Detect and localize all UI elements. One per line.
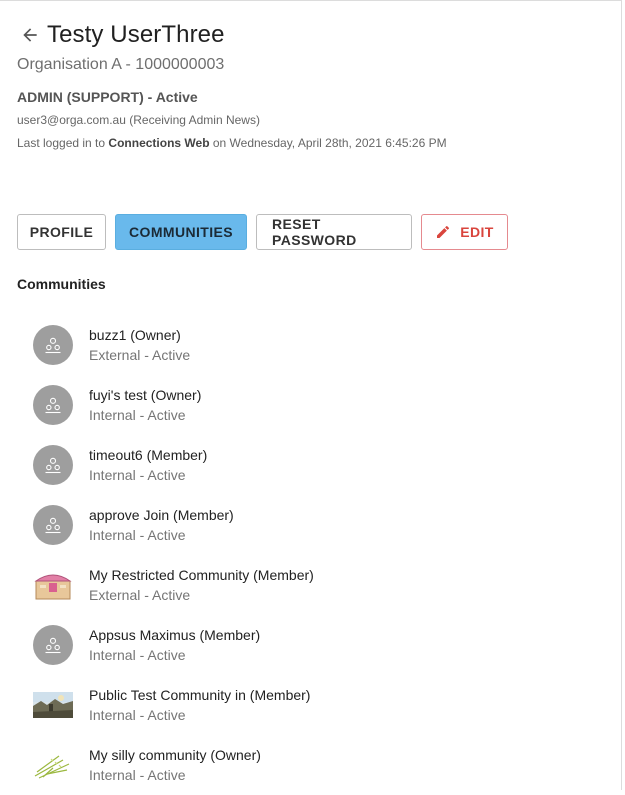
community-status: Internal - Active [89,707,186,723]
last-login-line: Last logged in to Connections Web on Wed… [17,136,611,150]
default-community-icon [33,445,73,485]
community-status: External - Active [89,587,191,603]
action-tabs: PROFILE COMMUNITIES RESET PASSWORD EDIT [17,214,508,250]
community-name: approve Join (Member) [89,507,234,523]
user-header: Testy UserThree Organisation A - 1000000… [17,19,611,150]
edit-label: EDIT [460,224,494,240]
list-item[interactable]: Appsus Maximus (Member) Internal - Activ… [33,615,593,675]
last-login-app: Connections Web [108,136,210,150]
email-line: user3@orga.com.au (Receiving Admin News) [17,113,260,127]
community-name: fuyi's test (Owner) [89,387,202,403]
user-detail-card: Testy UserThree Organisation A - 1000000… [0,0,622,790]
organisation-label: Organisation A - 1000000003 [17,56,225,73]
list-item[interactable]: My Restricted Community (Member) Externa… [33,555,593,615]
list-item[interactable]: fuyi's test (Owner) Internal - Active [33,375,593,435]
community-status: Internal - Active [89,407,186,423]
default-community-icon [33,625,73,665]
treasure-chest-image [33,565,73,605]
user-name: Testy UserThree [47,21,225,48]
last-login-suffix: on Wednesday, April 28th, 2021 6:45:26 P… [209,136,447,150]
title-row: Testy UserThree [17,19,611,51]
community-name: My silly community (Owner) [89,747,261,763]
list-item[interactable]: timeout6 (Member) Internal - Active [33,435,593,495]
community-name: buzz1 (Owner) [89,327,181,343]
last-login-prefix: Last logged in to [17,136,109,150]
reset-password-button[interactable]: RESET PASSWORD [256,214,412,250]
communities-label: COMMUNITIES [129,224,233,240]
communities-list: buzz1 (Owner) External - Active fuyi's t… [33,315,593,795]
default-community-icon [33,385,73,425]
community-status: Internal - Active [89,527,186,543]
profile-label: PROFILE [29,224,94,240]
profile-button[interactable]: PROFILE [17,214,106,250]
communities-heading: Communities [17,276,106,292]
grass-sketch-image [33,745,73,785]
community-status: Internal - Active [89,647,186,663]
default-community-icon [33,505,73,545]
role-status: ADMIN (SUPPORT) - Active [17,89,198,105]
edit-button[interactable]: EDIT [421,214,508,250]
default-community-icon [33,325,73,365]
community-name: My Restricted Community (Member) [89,567,314,583]
back-arrow-icon[interactable] [17,22,43,48]
list-item[interactable]: approve Join (Member) Internal - Active [33,495,593,555]
pencil-icon [435,224,451,240]
community-name: Appsus Maximus (Member) [89,627,261,643]
community-name: timeout6 (Member) [89,447,208,463]
community-name: Public Test Community in (Member) [89,687,311,703]
landscape-photo [33,685,73,725]
reset-password-label: RESET PASSWORD [272,216,357,248]
community-status: External - Active [89,347,191,363]
list-item[interactable]: Public Test Community in (Member) Intern… [33,675,593,735]
community-status: Internal - Active [89,467,186,483]
list-item[interactable]: My silly community (Owner) Internal - Ac… [33,735,593,795]
list-item[interactable]: buzz1 (Owner) External - Active [33,315,593,375]
communities-button[interactable]: COMMUNITIES [115,214,247,250]
community-status: Internal - Active [89,767,186,783]
